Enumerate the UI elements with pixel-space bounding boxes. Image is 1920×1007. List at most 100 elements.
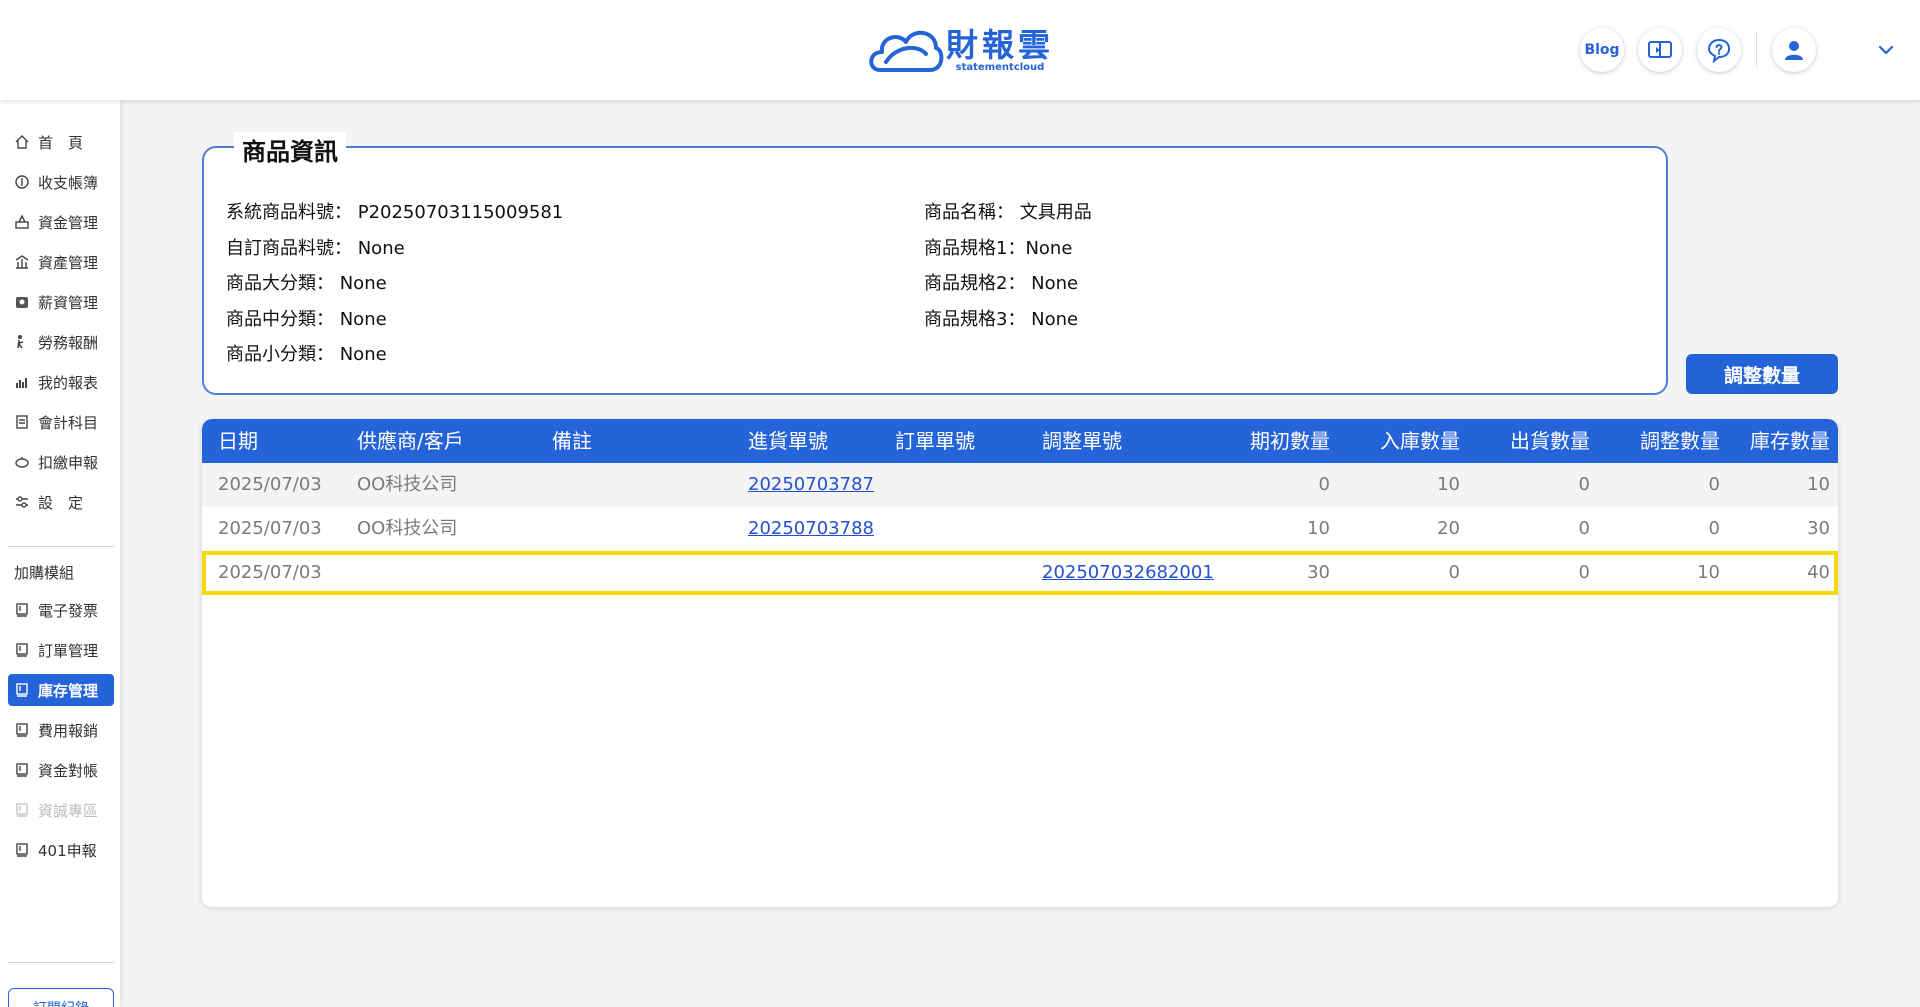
cell-in-qty: 0 (1448, 562, 1460, 583)
column-header-stock-qty[interactable]: 庫存數量 (1720, 419, 1830, 463)
sidebar-item-label: 資金管理 (38, 213, 99, 232)
column-header-party[interactable]: 供應商/客戶 (357, 419, 464, 463)
product-info-title: 商品資訊 (234, 132, 346, 167)
header-divider (1756, 32, 1757, 68)
sidebar-item-label: 401申報 (38, 841, 97, 860)
logo-english-name: statementcloud (955, 62, 1045, 73)
product-info-panel: 商品資訊 系統商品料號： P20250703115009581 自訂商品料號： … (202, 132, 1668, 395)
adjust-quantity-button[interactable]: 調整數量 (1686, 354, 1838, 394)
product-name: 商品名稱： 文具用品 (924, 202, 1092, 223)
purchase-no-link[interactable]: 20250703787 (748, 463, 874, 507)
inventory-history-table: 日期 供應商/客戶 備註 進貨單號 訂單單號 調整單號 期初數量 入庫數量 出貨… (202, 419, 1838, 907)
sidebar-item-pwc-zone: 資誠專區 (8, 794, 114, 826)
cell-stock-qty: 10 (1807, 474, 1830, 495)
blog-label: Blog (1584, 42, 1620, 58)
sidebar-item-home[interactable]: 首 頁 (8, 126, 114, 158)
top-header: 財報雲 statementcloud Blog (0, 0, 1920, 100)
purchase-no-link[interactable]: 20250703788 (748, 507, 874, 551)
settings-icon (16, 496, 28, 508)
cell-adjust-qty: 10 (1697, 562, 1720, 583)
cell-out-qty: 0 (1578, 562, 1590, 583)
labor-icon (17, 335, 24, 349)
sidebar-item-label: 我的報表 (38, 373, 99, 392)
sidebar-item-ledger[interactable]: 收支帳簿 (8, 166, 114, 198)
help-chat-icon (1707, 38, 1731, 63)
cell-opening-qty: 0 (1318, 474, 1330, 495)
sidebar-item-label: 薪資管理 (38, 293, 99, 312)
cell-party: OO科技公司 (357, 518, 458, 539)
video-book-icon (1648, 41, 1672, 58)
module-doc-icon (16, 803, 28, 817)
sidebar-item-salary[interactable]: 薪資管理 (8, 286, 114, 318)
sidebar-item-withholding[interactable]: 扣繳申報 (8, 446, 114, 478)
table-row: 2025/07/03 OO科技公司 20250703788 10 20 0 0 … (202, 507, 1838, 551)
major-category: 商品大分類： None (226, 273, 387, 294)
sidebar-item-inventory[interactable]: 庫存管理 (8, 674, 114, 706)
sidebar-item-label: 會計科目 (38, 413, 99, 432)
salary-icon (16, 297, 28, 308)
sidebar-item-label: 扣繳申報 (38, 453, 99, 472)
column-header-out-qty[interactable]: 出貨數量 (1480, 419, 1590, 463)
column-header-adjust-no[interactable]: 調整單號 (1042, 419, 1122, 463)
sidebar-item-expenses[interactable]: 費用報銷 (8, 714, 114, 746)
logo-chinese-name: 財報雲 (946, 26, 1055, 64)
module-doc-icon (16, 643, 28, 657)
sidebar-item-label: 費用報銷 (38, 721, 99, 740)
tutorial-video-button[interactable] (1638, 28, 1682, 72)
addon-modules-heading: 加購模組 (14, 564, 75, 582)
column-header-in-qty[interactable]: 入庫數量 (1350, 419, 1460, 463)
report-icon (16, 378, 27, 388)
cell-in-qty: 10 (1437, 474, 1460, 495)
custom-sku: 自訂商品料號： None (226, 238, 405, 259)
cell-stock-qty: 30 (1807, 518, 1830, 539)
sidebar-divider (8, 962, 114, 963)
module-doc-icon (16, 683, 28, 697)
cell-date: 2025/07/03 (218, 518, 322, 539)
table-row-highlighted: 2025/07/03 202507032682001 30 0 0 10 40 (202, 551, 1838, 595)
cell-adjust-qty: 0 (1708, 518, 1720, 539)
sidebar-item-label: 資產管理 (38, 253, 99, 272)
sidebar-item-orders[interactable]: 訂單管理 (8, 634, 114, 666)
help-chat-button[interactable] (1697, 28, 1741, 72)
sidebar-item-label: 勞務報酬 (38, 333, 99, 352)
sidebar-item-reports[interactable]: 我的報表 (8, 366, 114, 398)
module-doc-icon (16, 723, 28, 737)
module-doc-icon (16, 763, 28, 777)
subscription-records-label: 訂閱紀錄 (33, 998, 89, 1007)
column-header-date[interactable]: 日期 (218, 419, 258, 463)
sidebar: 首 頁 收支帳簿 資金管理 資產管理 薪資管理 勞務報酬 我的報表 會計科目 扣… (0, 100, 120, 1007)
cell-out-qty: 0 (1578, 518, 1590, 539)
sidebar-item-e-invoice[interactable]: 電子發票 (8, 594, 114, 626)
coin-icon (15, 175, 29, 189)
sidebar-item-401-filing[interactable]: 401申報 (8, 834, 114, 866)
column-header-adjust-qty[interactable]: 調整數量 (1610, 419, 1720, 463)
column-header-opening-qty[interactable]: 期初數量 (1220, 419, 1330, 463)
module-doc-icon (16, 843, 28, 857)
system-sku: 系統商品料號： P20250703115009581 (226, 202, 564, 223)
sidebar-item-label: 收支帳簿 (38, 173, 99, 192)
subscription-records-button[interactable]: 訂閱紀錄 (8, 988, 114, 1007)
sidebar-item-reconciliation[interactable]: 資金對帳 (8, 754, 114, 786)
sidebar-item-settings[interactable]: 設 定 (8, 486, 114, 518)
chevron-down-icon[interactable] (1876, 40, 1896, 60)
sidebar-item-accounts[interactable]: 會計科目 (8, 406, 114, 438)
cell-opening-qty: 10 (1307, 518, 1330, 539)
accounting-icon (16, 415, 28, 429)
column-header-note[interactable]: 備註 (552, 419, 592, 463)
cell-date: 2025/07/03 (218, 562, 322, 583)
product-spec-1: 商品規格1：None (924, 238, 1073, 259)
sidebar-item-assets[interactable]: 資產管理 (8, 246, 114, 278)
cell-out-qty: 0 (1578, 474, 1590, 495)
cloud-logo-icon (869, 31, 944, 72)
sidebar-item-label: 資誠專區 (38, 801, 99, 820)
statementcloud-logo[interactable]: 財報雲 statementcloud (866, 22, 1054, 80)
column-header-purchase-no[interactable]: 進貨單號 (748, 419, 828, 463)
column-header-order-no[interactable]: 訂單單號 (895, 419, 975, 463)
blog-button[interactable]: Blog (1580, 28, 1624, 72)
sidebar-item-labor[interactable]: 勞務報酬 (8, 326, 114, 358)
sidebar-divider (8, 546, 114, 547)
minor-category: 商品小分類： None (226, 344, 387, 365)
adjust-no-link[interactable]: 202507032682001 (1042, 551, 1214, 595)
sidebar-item-funds[interactable]: 資金管理 (8, 206, 114, 238)
user-avatar-button[interactable] (1772, 28, 1816, 72)
